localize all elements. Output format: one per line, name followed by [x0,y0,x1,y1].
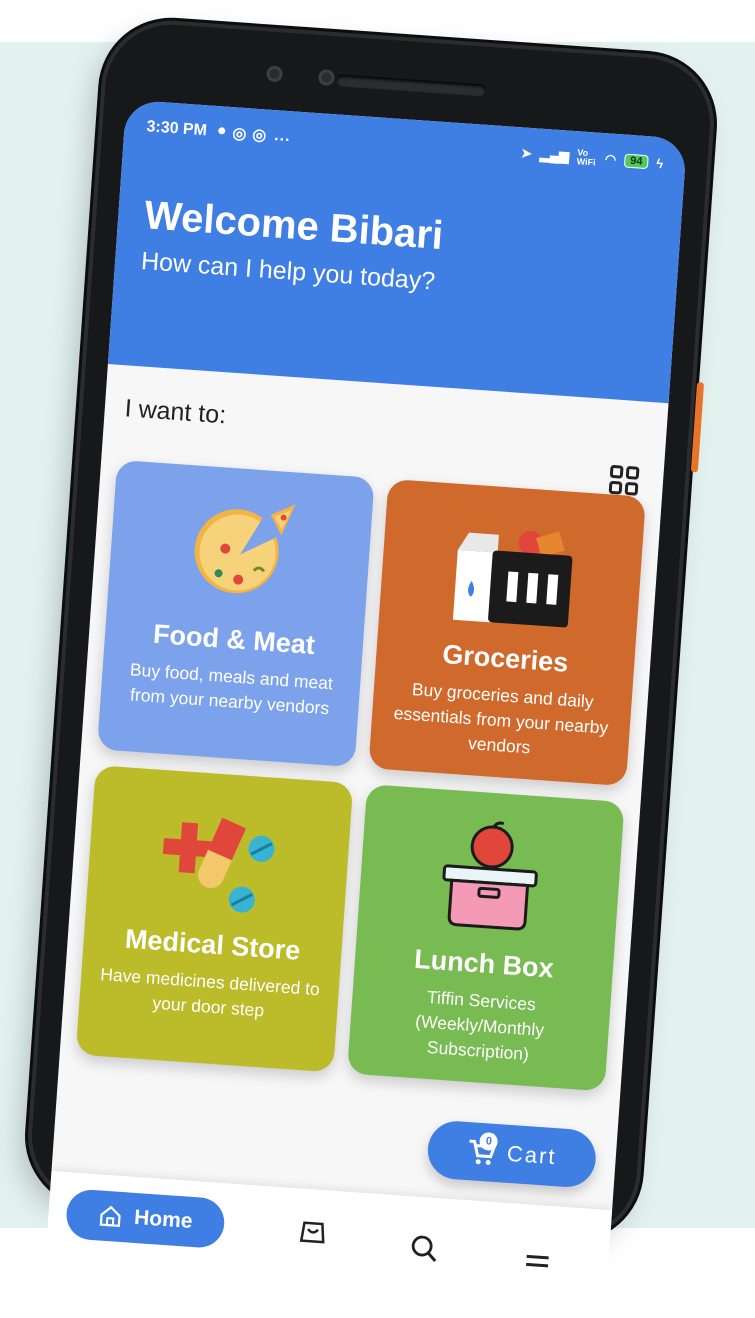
menu-icon[interactable] [521,1248,553,1280]
grocery-basket-icon [452,530,573,628]
network-label: Vo WiFi [576,147,596,168]
cart-label: Cart [506,1140,558,1170]
more-notifications: ... [273,127,292,146]
welcome-title: Welcome Bibari [142,193,445,259]
card-description: Buy food, meals and meat from your nearb… [129,659,334,719]
card-title: Groceries [441,639,570,678]
wifi-icon: ◠ [604,151,617,167]
cart-icon: 0 [466,1131,499,1167]
nav-home-button[interactable]: Home [64,1188,226,1250]
status-bar: 3:30 PM ● ◎ ◎ ... ➤ ▂▄▆ Vo WiFi ◠ 94 ϟ [146,115,664,175]
notification-icons: ● ◎ ◎ [216,122,267,145]
card-groceries[interactable]: Groceries Buy groceries and daily essent… [368,478,646,787]
cart-button[interactable]: 0 Cart [425,1119,598,1189]
charging-icon: ϟ [655,155,664,171]
bottom-navigation: Home [44,1171,613,1316]
card-title: Medical Store [124,923,302,966]
app-header: 3:30 PM ● ◎ ◎ ... ➤ ▂▄▆ Vo WiFi ◠ 94 ϟ W… [107,99,688,404]
location-icon: ➤ [520,145,533,162]
chrome-icon: ◎ [231,125,247,144]
front-camera [266,65,284,83]
card-title: Food & Meat [152,618,316,661]
card-description: Buy groceries and daily essentials from … [393,679,609,758]
orders-bag-icon[interactable] [297,1216,329,1248]
nav-home-label: Home [133,1205,194,1233]
battery-icon: 94 [623,153,649,170]
front-sensor [317,69,335,87]
card-food-meat[interactable]: Food & Meat Buy food, meals and meat fro… [97,459,375,768]
card-description: Have medicines delivered to your door st… [99,963,321,1021]
medicine-icon [162,817,275,913]
phone-frame: 3:30 PM ● ◎ ◎ ... ➤ ▂▄▆ Vo WiFi ◠ 94 ϟ W… [27,20,715,1316]
lunch-box-icon [442,821,538,931]
pizza-icon [194,504,296,594]
grid-view-icon[interactable] [608,464,640,496]
section-label: I want to: [123,394,228,430]
app-screen: 3:30 PM ● ◎ ◎ ... ➤ ▂▄▆ Vo WiFi ◠ 94 ϟ W… [44,99,688,1316]
chrome-icon: ◎ [251,126,267,145]
earpiece-speaker [335,74,487,97]
chat-icon: ● [216,122,228,140]
search-icon[interactable] [408,1232,440,1264]
card-medical-store[interactable]: Medical Store Have medicines delivered t… [75,765,354,1073]
signal-icon: ▂▄▆ [539,146,570,164]
status-time: 3:30 PM [145,118,208,140]
home-icon [99,1205,121,1228]
card-title: Lunch Box [413,943,555,984]
card-lunch-box[interactable]: Lunch Box Tiffin Services (Weekly/Monthl… [347,784,625,1092]
card-description: Tiffin Services (Weekly/Monthly Subscrip… [414,986,545,1065]
status-right: ➤ ▂▄▆ Vo WiFi ◠ 94 ϟ [520,144,664,172]
